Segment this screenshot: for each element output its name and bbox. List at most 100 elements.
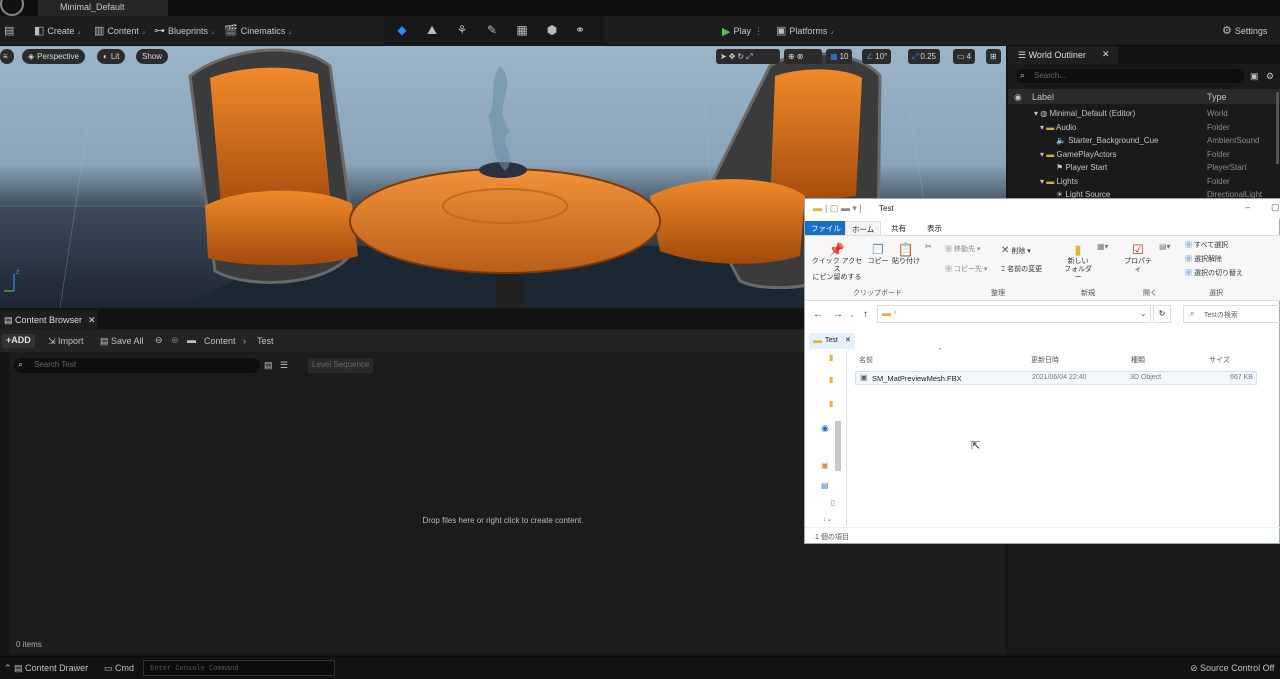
outliner-row[interactable]: ⚑ Player Start PlayerStart [1008, 161, 1280, 175]
move-to-button[interactable]: ▦ 移動先 ▾ [945, 246, 980, 254]
nav-pane[interactable]: ▮ ▮ ▮ ◉ ▣ ▤ ▯ ↓⌄ [821, 351, 845, 527]
close-icon[interactable]: ✕ [845, 336, 851, 344]
settings-menu[interactable]: ⚙ Settings [1222, 16, 1267, 46]
save-all-button[interactable]: ▤ Save All [100, 336, 144, 347]
select-mode-icon[interactable]: ◆ [394, 23, 410, 39]
source-control-button[interactable]: ⊘ Source Control Off [1190, 663, 1274, 674]
breadcrumb-test[interactable]: Test [257, 336, 274, 346]
chevron-down-icon[interactable]: ⌄ [1140, 309, 1147, 318]
landscape-mode-icon[interactable]: ⛰ [424, 23, 440, 39]
minimize-icon[interactable]: – [1245, 202, 1250, 212]
fracture-mode-icon[interactable]: ▦ [514, 23, 530, 39]
nav-tab-test[interactable]: ▬ Test ✕ [809, 333, 855, 349]
forward-arrow-icon[interactable]: → [833, 309, 843, 320]
maximize-icon[interactable]: ▢ [1271, 202, 1280, 213]
column-date[interactable]: 更新日時 [1031, 355, 1059, 365]
folder-icon[interactable]: ▬ [187, 335, 196, 345]
add-button[interactable]: +ADD [2, 334, 35, 348]
blueprints-menu[interactable]: ⊶ Blueprints ⌟ [154, 16, 214, 46]
add-filter-icon[interactable]: ▣ [1250, 71, 1259, 82]
new-item-icon[interactable]: ▦▾ [1097, 242, 1109, 251]
brush-edit-mode-icon[interactable]: ⬢ [544, 23, 560, 39]
copy-button[interactable]: ❐ コピー [867, 242, 889, 266]
eye-icon[interactable]: ◉ [1014, 92, 1022, 103]
outliner-scrollbar[interactable] [1276, 92, 1279, 164]
show-button[interactable]: Show [136, 49, 169, 64]
back-icon[interactable]: ⊖ [155, 335, 163, 346]
console-input[interactable]: Enter Console Command [143, 660, 335, 676]
paste-button[interactable]: 📋 貼り付け [891, 242, 921, 266]
pin-quick-access-button[interactable]: 📌 クイック アクセス にピン留めする [809, 242, 865, 283]
mesh-paint-mode-icon[interactable]: ✎ [484, 23, 500, 39]
outliner-search-input[interactable]: ⌕ Search... [1016, 69, 1244, 83]
outliner-row[interactable]: ▾ ▬ GamePlayActors Folder [1008, 148, 1280, 162]
tab-view[interactable]: 表示 [921, 221, 948, 235]
label-column-header[interactable]: Label [1032, 92, 1054, 102]
cb-search-input[interactable]: ⌕ Search Test [14, 358, 260, 373]
delete-button[interactable]: ✕ 削除 ▾ [1001, 245, 1031, 257]
address-bar[interactable]: ▬ › ⌄ [877, 305, 1151, 323]
forward-icon[interactable]: ⊕ [171, 335, 179, 346]
onedrive-icon[interactable]: ◉ [821, 423, 829, 434]
filter-icon[interactable]: ☰ [280, 360, 288, 371]
back-arrow-icon[interactable]: ← [813, 309, 823, 320]
column-name[interactable]: 名前 [859, 355, 873, 365]
import-button[interactable]: ⇲ Import [48, 336, 84, 347]
rotation-snap[interactable]: ∠ 10° [862, 49, 892, 64]
save-icon[interactable]: ▤ [4, 16, 14, 46]
outliner-row[interactable]: 🔈 Starter_Background_Cue AmbientSound [1008, 134, 1280, 148]
pc-icon[interactable]: ▣ [821, 461, 829, 470]
filter-level-sequence[interactable]: Level Sequence [308, 358, 374, 373]
sources-collapsed-bar[interactable] [0, 352, 10, 654]
foliage-mode-icon[interactable]: ⚘ [454, 23, 470, 39]
save-search-icon[interactable]: ▤ [264, 360, 273, 371]
play-button[interactable]: ▶ Play ⋮ [722, 16, 763, 46]
coordinate-tools[interactable]: ⊕ ⊗ [784, 49, 822, 64]
outliner-row[interactable]: ▾ ▬ Audio Folder [1008, 121, 1280, 135]
quick-access-toolbar-icon[interactable]: | ▢ ▬ ▾ | [825, 203, 862, 214]
nav-scrollbar[interactable] [835, 421, 841, 471]
refresh-button[interactable]: ↻ [1153, 305, 1171, 323]
content-drawer-button[interactable]: ⌃ ▤ Content Drawer [4, 663, 88, 674]
tab-file[interactable]: ファイル [805, 221, 847, 235]
outliner-row[interactable]: ▾ ◍ Minimal_Default (Editor) World [1008, 107, 1280, 121]
cut-icon[interactable]: ✂ [925, 242, 932, 251]
perspective-button[interactable]: ◈ Perspective [22, 49, 85, 64]
select-all-button[interactable]: ▦ すべて選択 [1185, 242, 1228, 250]
grid-snap[interactable]: ▦ 10 [826, 49, 853, 64]
explorer-search-input[interactable]: ⌕ Testの検索 [1183, 305, 1280, 323]
rename-button[interactable]: ⌶ 名前の変更 [1001, 266, 1042, 274]
create-menu[interactable]: ◧ Create ⌟ [34, 16, 80, 46]
column-type[interactable]: 種類 [1131, 355, 1145, 365]
tab-content-browser[interactable]: ▤ Content Browser ✕ [0, 310, 98, 329]
tab-share[interactable]: 共有 [885, 221, 912, 235]
transform-tools[interactable]: ➤ ✥ ↻ ⤢ [716, 49, 780, 64]
viewport-menu-button[interactable]: ≡ [0, 49, 14, 64]
tab-world-outliner[interactable]: ☰ World Outliner ✕ [1008, 46, 1118, 64]
content-menu[interactable]: ▥ Content ⌟ [94, 16, 145, 46]
gear-icon[interactable]: ⚙ [1266, 71, 1274, 82]
new-folder-button[interactable]: ▮ 新しい フォルダー [1063, 242, 1093, 283]
scale-snap[interactable]: ⤢ 0.25 [908, 49, 940, 64]
unreal-logo-icon[interactable] [0, 0, 24, 16]
cmd-button[interactable]: ▭ Cmd [104, 663, 134, 674]
file-row[interactable]: ▣ SM_MatPreviewMesh.FBX 2021/06/04 22:40… [855, 371, 1257, 385]
invert-selection-button[interactable]: ▦ 選択の切り替え [1185, 270, 1243, 278]
tab-home[interactable]: ホーム [845, 221, 882, 235]
cinematics-menu[interactable]: 🎬 Cinematics ⌟ [224, 16, 291, 46]
close-icon[interactable]: ✕ [1102, 49, 1110, 60]
platforms-menu[interactable]: ▣ Platforms ⌟ [776, 16, 833, 46]
outliner-row[interactable]: ▾ ▬ Lights Folder [1008, 175, 1280, 189]
type-column-header[interactable]: Type [1207, 92, 1227, 102]
copy-to-button[interactable]: ▦ コピー先 ▾ [945, 266, 987, 274]
recent-chevron-icon[interactable]: ⌄ [849, 311, 855, 319]
maximize-viewport-button[interactable]: ⊞ [986, 49, 1001, 64]
select-none-button[interactable]: ▦ 選択解除 [1185, 256, 1222, 264]
animation-mode-icon[interactable]: ⚭ [572, 23, 588, 39]
up-arrow-icon[interactable]: ↑ [863, 309, 868, 320]
breadcrumb-content[interactable]: Content [204, 336, 236, 346]
lit-button[interactable]: ◐ Lit [97, 49, 126, 64]
column-size[interactable]: サイズ [1209, 355, 1230, 365]
project-tab[interactable]: Minimal_Default [38, 0, 168, 16]
properties-button[interactable]: ☑ プロパティ [1121, 242, 1155, 274]
